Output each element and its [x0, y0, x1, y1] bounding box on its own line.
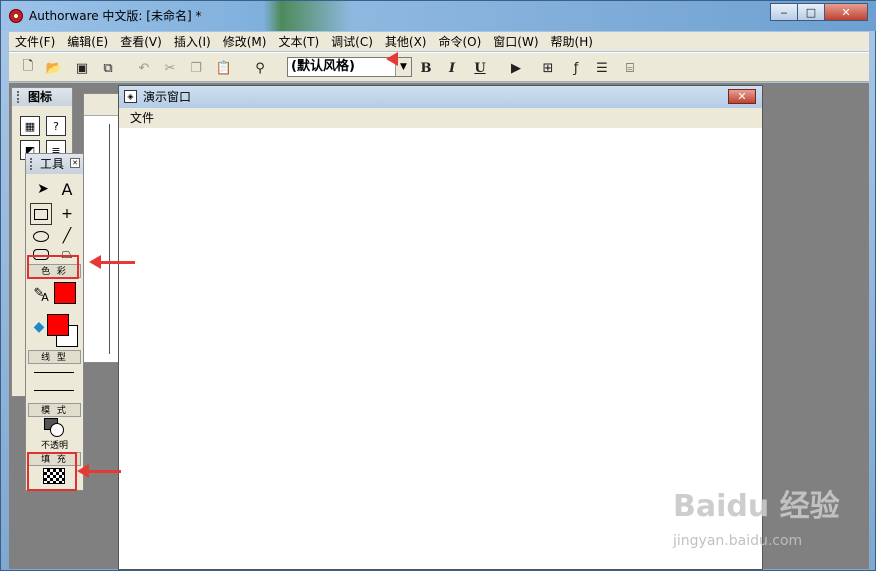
menu-debug[interactable]: 调试(C): [325, 33, 379, 50]
menu-view[interactable]: 查看(V): [114, 33, 168, 50]
icon-palette-title: 图标: [12, 88, 72, 106]
functions-icon[interactable]: ƒ: [565, 58, 587, 78]
presentation-menu-file[interactable]: 文件: [130, 111, 154, 125]
chevron-down-icon[interactable]: ▼: [386, 52, 411, 76]
window-title: Authorware 中文版: [未命名] *: [29, 9, 202, 23]
mode-value: 不透明: [40, 441, 68, 451]
interaction-icon[interactable]: ?: [46, 116, 66, 136]
pointer-tool-icon[interactable]: ➤: [32, 178, 54, 200]
knowledge-objects-icon[interactable]: ⌸: [619, 58, 641, 78]
presentation-window: ◈ 演示窗口 ✕ 文件: [118, 85, 763, 570]
ellipse-tool-icon[interactable]: [30, 225, 52, 247]
display-icon[interactable]: ▦: [20, 116, 40, 136]
presentation-menu-bar: 文件: [119, 108, 762, 128]
flow-line: [109, 124, 110, 354]
control-panel-icon[interactable]: ⊞: [537, 58, 559, 78]
tools-palette-title: 工具 ✕: [26, 154, 83, 174]
presentation-canvas[interactable]: [119, 128, 762, 569]
open-folder-icon[interactable]: 📂: [43, 58, 65, 78]
presentation-close-button[interactable]: ✕: [728, 89, 756, 104]
color-highlight-box: [27, 255, 79, 279]
menu-commands[interactable]: 命令(O): [432, 33, 487, 50]
maximize-button[interactable]: □: [797, 3, 825, 21]
title-bar: Authorware 中文版: [未命名] * ‒ □ ✕: [1, 1, 876, 31]
presentation-title-bar: ◈ 演示窗口 ✕: [119, 86, 762, 108]
save-all-icon[interactable]: ▣: [71, 58, 93, 78]
text-tool[interactable]: A: [56, 178, 78, 200]
paste-icon[interactable]: 📋: [213, 58, 235, 78]
window-controls: ‒ □ ✕: [770, 3, 868, 21]
menu-insert[interactable]: 插入(I): [168, 33, 217, 50]
tools-close-icon[interactable]: ✕: [70, 158, 80, 168]
underline-button[interactable]: U: [469, 58, 491, 78]
annotation-arrow-fill: [77, 464, 121, 478]
menu-window[interactable]: 窗口(W): [487, 33, 544, 50]
bold-button[interactable]: B: [415, 58, 437, 78]
menu-help[interactable]: 帮助(H): [545, 33, 599, 50]
mode-section-label: 模 式: [28, 403, 81, 417]
rectangle-tool-icon[interactable]: [30, 203, 52, 225]
run-icon[interactable]: ▶: [505, 58, 527, 78]
menu-file[interactable]: 文件(F): [9, 33, 61, 50]
minimize-button[interactable]: ‒: [770, 3, 798, 21]
toolbar: 🗋 📂 ▣ ⧉ ↶ ✂ ❐ 📋 ⚲ (默认风格) ▼ B I U ▶ ⊞ ƒ ☰…: [9, 52, 869, 82]
authorware-logo-icon: [9, 9, 23, 23]
flowline-window[interactable]: [83, 93, 123, 363]
crosshair-tool-icon[interactable]: +: [56, 203, 78, 225]
copy-icon[interactable]: ❐: [185, 58, 207, 78]
import-icon[interactable]: ⧉: [97, 58, 119, 78]
line-section-label: 线 型: [28, 350, 81, 364]
new-file-icon[interactable]: 🗋: [17, 58, 39, 78]
fill-foreground-swatch[interactable]: [47, 314, 69, 336]
text-style-select[interactable]: (默认风格) ▼: [287, 52, 412, 77]
thin-line-option[interactable]: [34, 372, 74, 373]
menu-modify[interactable]: 修改(M): [217, 33, 273, 50]
variables-icon[interactable]: ☰: [591, 58, 613, 78]
line-option[interactable]: [34, 390, 74, 391]
line-color-swatch[interactable]: [54, 282, 76, 304]
menu-xtras[interactable]: 其他(X): [379, 33, 433, 50]
annotation-arrow-color: [89, 255, 135, 269]
close-button[interactable]: ✕: [824, 3, 868, 21]
mode-circle-icon[interactable]: [50, 423, 64, 437]
fill-highlight-box: [27, 452, 77, 491]
flowline-title-bar: [84, 94, 122, 116]
presentation-window-icon: ◈: [124, 90, 137, 103]
diagonal-line-tool-icon[interactable]: ╱: [56, 225, 78, 247]
tools-palette: 工具 ✕ ➤ A + ╱ ⏢ 色 彩 ✎ A ◆ 线 型 模 式 不透明 填 充: [25, 153, 84, 491]
italic-button[interactable]: I: [441, 58, 463, 78]
text-style-value: (默认风格): [291, 59, 355, 74]
presentation-title: 演示窗口: [143, 90, 192, 104]
baidu-watermark: Baidu 经验: [673, 489, 840, 524]
text-color-label: A: [41, 290, 49, 304]
cut-icon[interactable]: ✂: [159, 58, 181, 78]
menu-text[interactable]: 文本(T): [272, 33, 325, 50]
app-window: Authorware 中文版: [未命名] * ‒ □ ✕ 文件(F) 编辑(E…: [0, 0, 876, 571]
menu-bar: 文件(F) 编辑(E) 查看(V) 插入(I) 修改(M) 文本(T) 调试(C…: [9, 32, 869, 51]
find-icon[interactable]: ⚲: [249, 58, 271, 78]
baidu-watermark-url: jingyan.baidu.com: [673, 533, 803, 549]
menu-edit[interactable]: 编辑(E): [61, 33, 114, 50]
undo-icon[interactable]: ↶: [133, 58, 155, 78]
